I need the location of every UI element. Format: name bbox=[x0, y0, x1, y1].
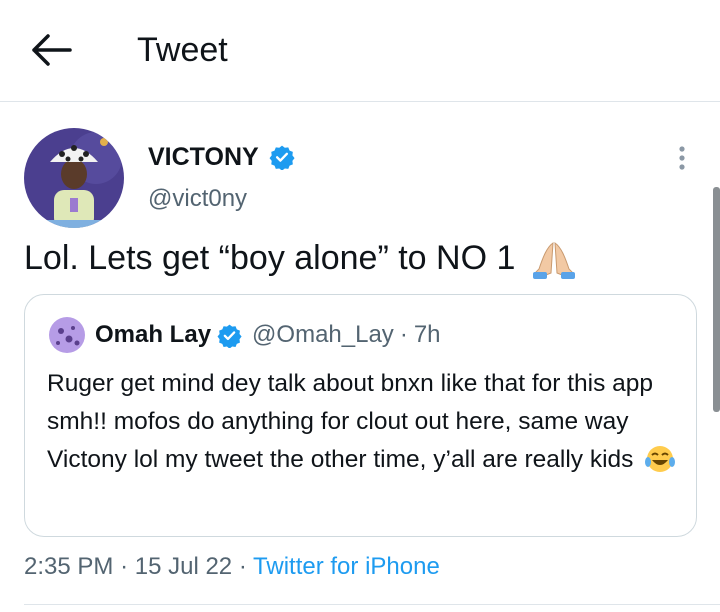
tweet-time[interactable]: 2:35 PM bbox=[24, 553, 113, 580]
tears-of-joy-emoji bbox=[645, 446, 676, 472]
avatar[interactable] bbox=[24, 128, 124, 228]
quoted-author-handle: @Omah_Lay bbox=[252, 321, 394, 348]
quoted-text: Ruger get mind dey talk about bnxn like … bbox=[47, 365, 677, 479]
tweet-source-link[interactable]: Twitter for iPhone bbox=[253, 553, 440, 580]
verified-badge-icon bbox=[269, 145, 295, 170]
verified-badge-icon bbox=[217, 324, 242, 348]
more-vertical-icon[interactable] bbox=[674, 144, 690, 172]
arrow-left-icon[interactable] bbox=[30, 30, 74, 70]
separator-dot: · bbox=[399, 321, 408, 348]
page-title: Tweet bbox=[137, 31, 228, 69]
quoted-avatar[interactable] bbox=[49, 317, 85, 353]
scrollbar[interactable] bbox=[713, 187, 720, 412]
author-name[interactable]: VICTONY bbox=[148, 141, 259, 173]
quoted-header: Omah Lay @Omah_Lay · 7h bbox=[95, 319, 441, 351]
top-app-bar: Tweet bbox=[0, 0, 720, 102]
author-handle[interactable]: @vict0ny bbox=[148, 184, 247, 214]
quoted-author-name: Omah Lay bbox=[95, 321, 212, 348]
tweet-text: Lol. Lets get “boy alone” to NO 1 bbox=[24, 236, 577, 280]
folded-hands-emoji bbox=[532, 242, 575, 279]
quoted-body: Ruger get mind dey talk about bnxn like … bbox=[47, 370, 654, 473]
quoted-tweet-card[interactable]: Omah Lay @Omah_Lay · 7h Ruger get mind d… bbox=[24, 294, 697, 537]
quoted-timestamp: 7h bbox=[413, 321, 441, 348]
separator-dot: · bbox=[238, 553, 247, 580]
tweet-body: Lol. Lets get “boy alone” to NO 1 bbox=[24, 239, 516, 277]
tweet-date[interactable]: 15 Jul 22 bbox=[135, 553, 232, 580]
separator-dot: · bbox=[120, 553, 129, 580]
divider bbox=[24, 604, 720, 605]
author-row: VICTONY bbox=[148, 141, 295, 173]
tweet-metadata: 2:35 PM · 15 Jul 22 · Twitter for iPhone bbox=[24, 550, 440, 584]
